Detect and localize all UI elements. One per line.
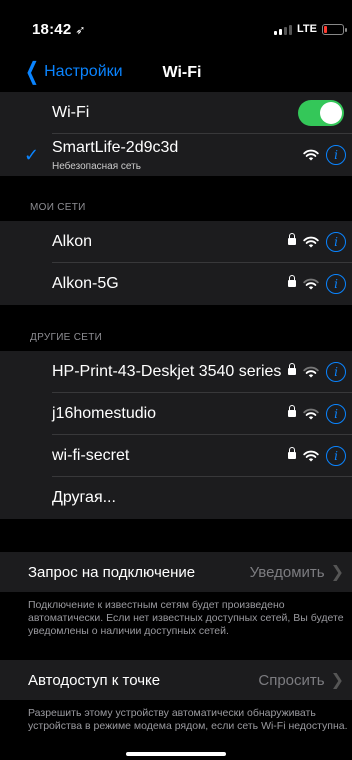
auto-hotspot-label: Автодоступ к точке: [28, 671, 161, 689]
auto-hotspot-value: Спросить ❯: [258, 670, 344, 690]
network-icons: i: [288, 446, 346, 466]
ask-to-join-footnote: Подключение к известным сетям будет прои…: [28, 599, 344, 637]
lock-icon: [288, 447, 296, 461]
network-row-hp-print[interactable]: HP-Print-43-Deskjet 3540 series i: [0, 351, 352, 393]
wifi-signal-icon: [303, 366, 319, 378]
battery-icon: [322, 23, 347, 35]
wifi-toggle-label: Wi-Fi: [52, 104, 90, 121]
wifi-signal-icon: [303, 408, 319, 420]
wifi-signal-icon: [303, 236, 319, 248]
lock-icon: [288, 233, 296, 247]
ask-to-join-value-text: Уведомить: [249, 563, 325, 581]
ask-to-join-value: Уведомить ❯: [250, 562, 344, 582]
current-network-row[interactable]: ✓ SmartLife-2d9c3d Небезопасная сеть i: [0, 134, 352, 176]
other-network-label: Другая...: [52, 489, 116, 506]
auto-hotspot-value-text: Спросить: [258, 671, 325, 689]
other-network-row[interactable]: Другая...: [0, 477, 352, 519]
wifi-signal-icon: [303, 450, 319, 462]
status-indicators: LTE: [274, 23, 347, 35]
lock-icon: [288, 363, 296, 377]
network-icons: i: [288, 274, 346, 294]
current-network-icons: i: [303, 145, 346, 165]
auto-hotspot-row[interactable]: Автодоступ к точке Спросить ❯: [0, 660, 352, 700]
network-icons: i: [288, 232, 346, 252]
cellular-signal-icon: [274, 24, 293, 35]
checkmark-icon: ✓: [24, 144, 40, 165]
network-name: wi-fi-secret: [52, 447, 130, 464]
network-name: HP-Print-43-Deskjet 3540 series: [52, 363, 282, 380]
network-row-wi-fi-secret[interactable]: wi-fi-secret i: [0, 435, 352, 477]
navigation-bar: ❮ Настройки Wi-Fi: [0, 56, 352, 92]
my-networks-header: МОИ СЕТИ: [30, 202, 86, 213]
network-row-alkon[interactable]: Alkon i: [0, 221, 352, 263]
lock-icon: [288, 275, 296, 289]
network-name: j16homestudio: [52, 405, 157, 422]
ask-to-join-label: Запрос на подключение: [28, 563, 196, 581]
page-title: Wi-Fi: [162, 64, 202, 81]
ask-to-join-row[interactable]: Запрос на подключение Уведомить ❯: [0, 552, 352, 592]
info-icon[interactable]: i: [326, 446, 346, 466]
network-name: Alkon: [52, 233, 93, 250]
toggle-knob: [320, 102, 342, 124]
current-network-subtitle: Небезопасная сеть: [52, 161, 141, 172]
home-indicator[interactable]: [126, 752, 226, 756]
current-network-name: SmartLife-2d9c3d: [52, 139, 179, 156]
network-name: Alkon-5G: [52, 275, 119, 292]
status-bar: 18:42 ➶ LTE: [0, 0, 352, 56]
info-icon[interactable]: i: [326, 404, 346, 424]
location-arrow-icon: ➶: [75, 23, 86, 37]
wifi-signal-icon: [303, 278, 319, 290]
network-row-alkon-5g[interactable]: Alkon-5G i: [0, 263, 352, 305]
auto-hotspot-footnote: Разрешить этому устройству автоматически…: [28, 707, 348, 732]
wifi-signal-icon: [303, 149, 319, 161]
info-icon[interactable]: i: [326, 274, 346, 294]
status-time: 18:42 ➶: [32, 21, 86, 38]
time-text: 18:42: [32, 21, 72, 38]
network-icons: i: [288, 362, 346, 382]
other-networks-header: ДРУГИЕ СЕТИ: [30, 332, 103, 343]
chevron-right-icon: ❯: [330, 564, 344, 581]
network-row-j16homestudio[interactable]: j16homestudio i: [0, 393, 352, 435]
network-type: LTE: [297, 23, 317, 35]
lock-icon: [288, 405, 296, 419]
chevron-right-icon: ❯: [330, 672, 344, 689]
wifi-toggle-switch[interactable]: [298, 100, 344, 126]
info-icon[interactable]: i: [326, 145, 346, 165]
wifi-toggle-row: Wi-Fi: [0, 92, 352, 134]
info-icon[interactable]: i: [326, 232, 346, 252]
info-icon[interactable]: i: [326, 362, 346, 382]
network-icons: i: [288, 404, 346, 424]
